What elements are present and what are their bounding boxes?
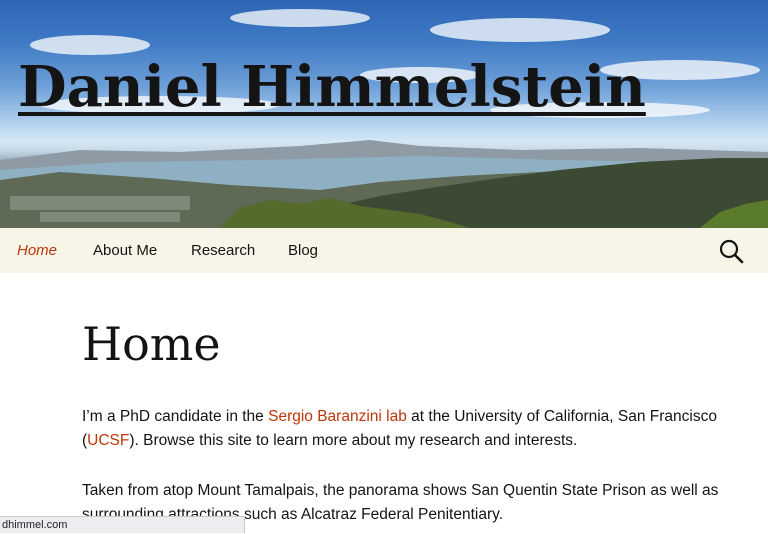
intro-text-1: I’m a PhD candidate in the (82, 408, 269, 425)
nav-item-home[interactable]: Home (17, 241, 57, 261)
nav-item-research[interactable]: Research (191, 241, 255, 261)
site-header: Daniel Himmelstein (0, 0, 768, 228)
status-bar-url: dhimmel.com (0, 516, 245, 533)
main-navigation: Home About Me Research Blog (0, 228, 768, 273)
nav-item-about-me[interactable]: About Me (93, 241, 157, 261)
baranzini-lab-link[interactable]: Sergio Baranzini lab (268, 408, 407, 425)
search-icon (719, 239, 744, 264)
page-title: Home (82, 317, 221, 371)
intro-paragraph: I’m a PhD candidate in the Sergio Baranz… (82, 405, 722, 453)
intro-text-3: ). Browse this site to learn more about … (129, 432, 578, 449)
search-button[interactable] (716, 236, 746, 266)
site-title-link[interactable]: Daniel Himmelstein (18, 52, 646, 122)
nav-item-blog[interactable]: Blog (288, 241, 318, 261)
ucsf-link[interactable]: UCSF (87, 432, 129, 449)
